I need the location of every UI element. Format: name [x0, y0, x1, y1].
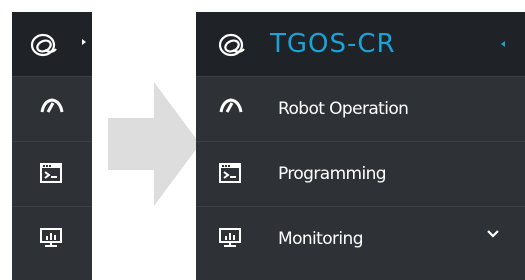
sidebar-item-label: Robot Operation	[278, 99, 409, 119]
sidebar-item-label: Programming	[278, 164, 387, 184]
chevron-down-icon[interactable]	[486, 229, 500, 239]
logo-icon	[30, 33, 57, 57]
terminal-window-icon	[219, 163, 241, 183]
speedometer-icon	[219, 98, 243, 113]
sidebar-item-monitoring[interactable]: Monitoring	[196, 206, 525, 271]
collapsed-item-monitoring[interactable]	[12, 206, 92, 271]
comparison-stage: TGOS-CR Robot Operation Programming Moni…	[0, 0, 525, 280]
sidebar-item-robot-operation[interactable]: Robot Operation	[196, 76, 525, 141]
collapsed-brand-header	[12, 12, 92, 76]
expand-sidebar-icon[interactable]	[82, 39, 86, 45]
expanded-sidebar: TGOS-CR Robot Operation Programming Moni…	[196, 12, 525, 280]
sidebar-item-programming[interactable]: Programming	[196, 141, 525, 206]
collapsed-sidebar	[12, 12, 92, 280]
collapsed-item-programming[interactable]	[12, 141, 92, 206]
logo-icon	[218, 33, 245, 57]
collapsed-item-robot-operation[interactable]	[12, 76, 92, 141]
monitor-chart-icon	[40, 228, 62, 247]
terminal-window-icon	[40, 163, 62, 183]
transition-arrow	[108, 82, 200, 206]
monitor-chart-icon	[219, 228, 241, 247]
app-title: TGOS-CR	[270, 29, 396, 59]
speedometer-icon	[40, 98, 64, 113]
collapse-sidebar-icon[interactable]	[501, 41, 505, 47]
expanded-brand-header: TGOS-CR	[196, 12, 525, 76]
sidebar-item-label: Monitoring	[278, 229, 364, 249]
